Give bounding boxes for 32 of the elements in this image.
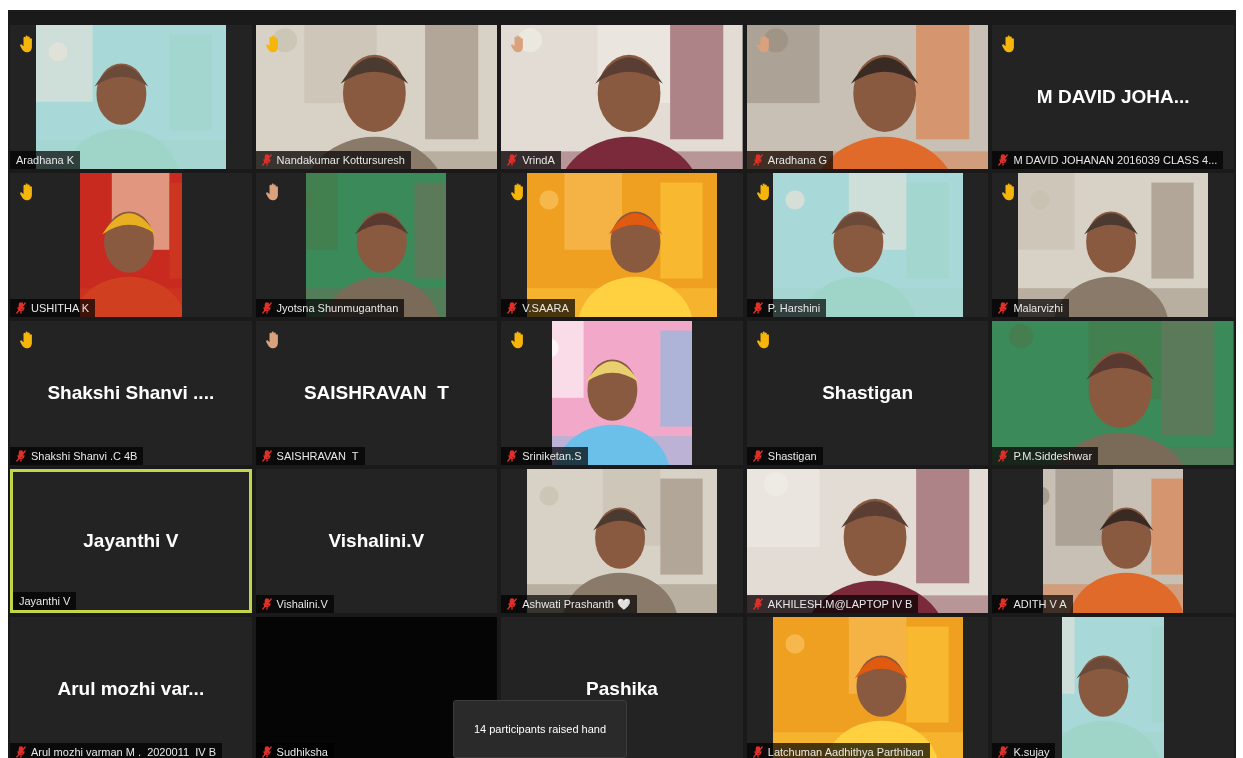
notification-toast: 14 participants raised hand (453, 700, 627, 758)
participant-name: M DAVID JOHA... (1036, 84, 1190, 109)
name-label: M DAVID JOHANAN 2016039 CLASS 4... (992, 151, 1224, 169)
name-label: Shastigan (746, 447, 823, 465)
name-label: V.SAARA (501, 299, 575, 317)
participant-name: Vishalini.V (328, 528, 425, 553)
name-label: Nandakumar Kottursuresh (255, 151, 411, 169)
name-label: Vishalini.V (255, 595, 334, 613)
name-label: Shakshi Shanvi .C 4B (10, 447, 144, 465)
name-label: USHITHA K (10, 299, 96, 317)
name-label: SAISHRAVAN T (255, 447, 365, 465)
name-label: Malarvizhi (992, 299, 1069, 317)
name-label: AKHILESH.M@LAPTOP IV B (746, 595, 919, 613)
participant-name: Shakshi Shanvi .... (47, 380, 215, 405)
name-label: K.sujay (992, 743, 1056, 758)
name-label: Arul mozhi varman M . 2020011 IV B (10, 743, 223, 758)
name-label: Aradhana K (10, 151, 81, 169)
name-label: Sriniketan.S (501, 447, 588, 465)
participant-name: Pashika (586, 676, 658, 701)
name-label: Aradhana G (746, 151, 834, 169)
participant-name: Shastigan (822, 380, 913, 405)
name-label: ADITH V A (992, 595, 1073, 613)
name-label: Latchuman Aadhithya Parthiban (746, 743, 930, 758)
participant-name: Arul mozhi var... (57, 676, 205, 701)
name-label: P.M.Siddeshwar (992, 447, 1099, 465)
participant-name: Jayanthi V (83, 528, 179, 553)
name-label: P. Harshini (746, 299, 827, 317)
name-label: Jayanthi V (13, 592, 77, 610)
name-label: Jyotsna Shunmuganthan (255, 299, 405, 317)
participant-name: SAISHRAVAN T (303, 380, 449, 405)
name-label: Sudhiksha (255, 743, 334, 758)
name-label: VrindA (501, 151, 561, 169)
